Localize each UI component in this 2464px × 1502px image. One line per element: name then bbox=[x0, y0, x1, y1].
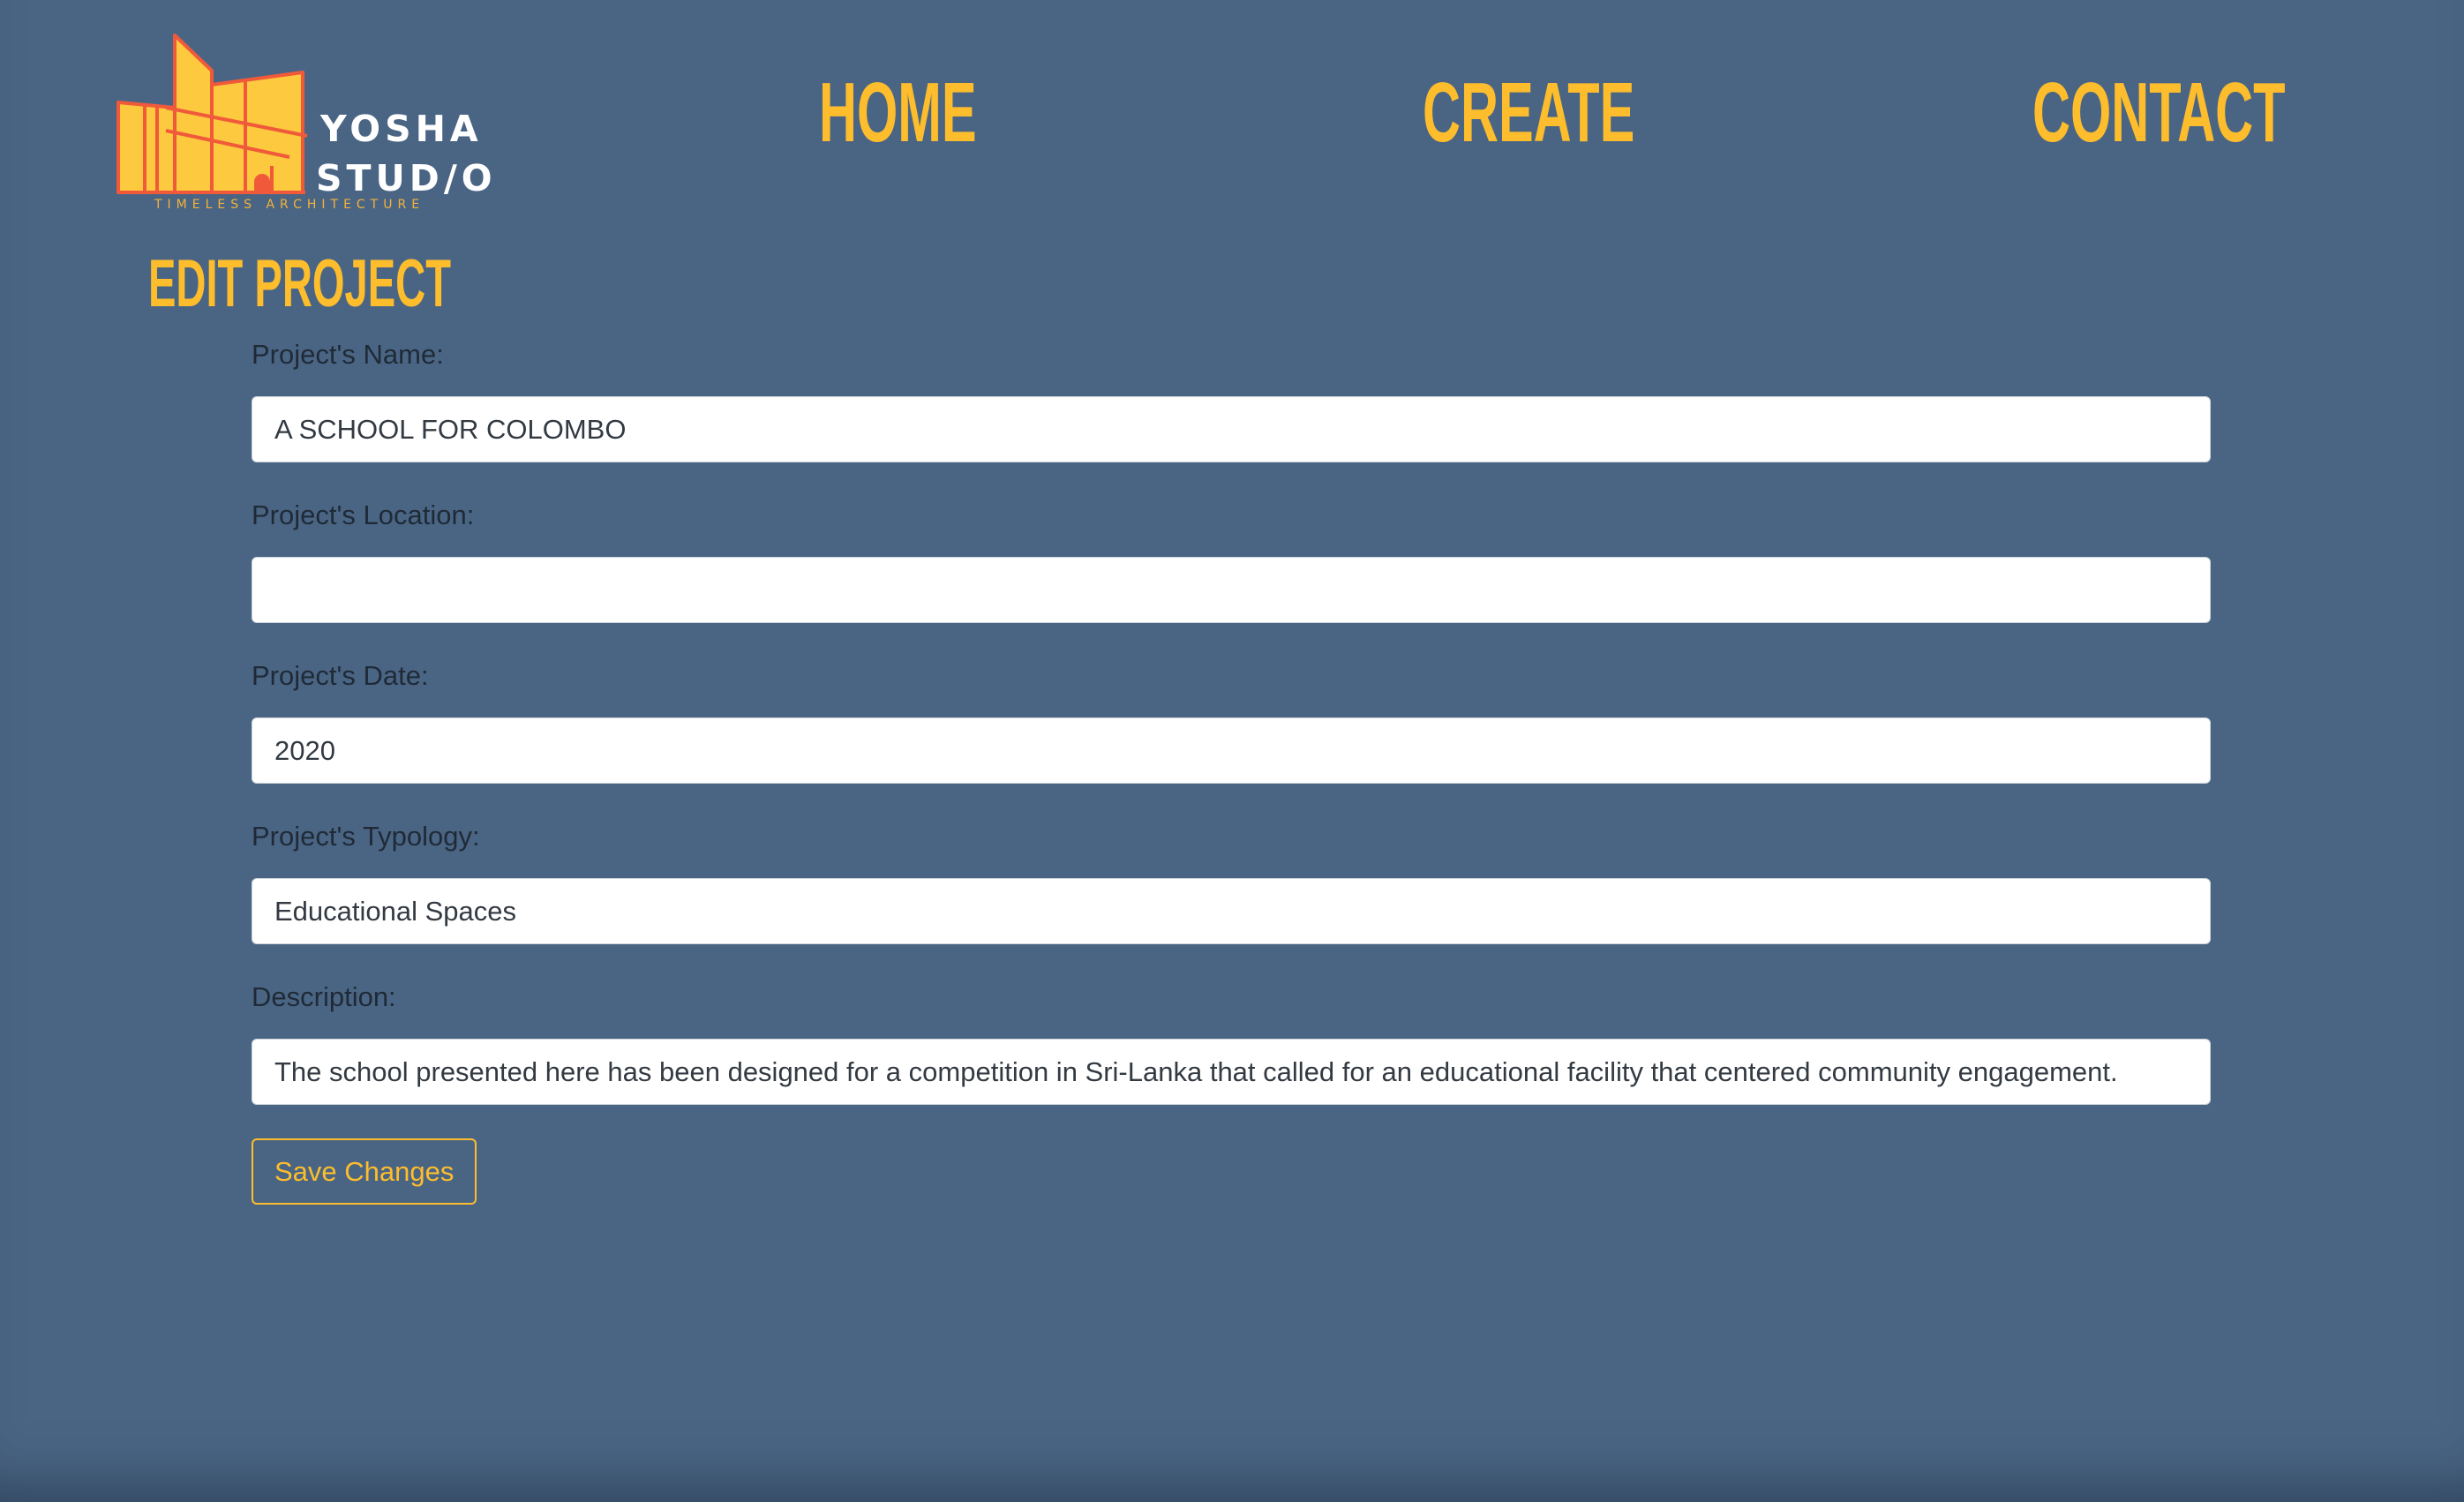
description-input[interactable] bbox=[252, 1039, 2211, 1105]
description-label: Description: bbox=[252, 981, 396, 1012]
nav-home-link[interactable]: HOME bbox=[819, 71, 977, 155]
edit-project-form: Project's Name: Project's Location: Proj… bbox=[252, 335, 2211, 1205]
page-title: EDIT PROJECT bbox=[148, 246, 451, 321]
project-date-label: Project's Date: bbox=[252, 660, 429, 691]
project-date-input[interactable] bbox=[252, 717, 2211, 784]
nav-contact-link[interactable]: CONTACT bbox=[2032, 71, 2286, 155]
brand-name-line2: STUD/O bbox=[316, 157, 497, 199]
project-typology-input[interactable] bbox=[252, 878, 2211, 944]
page: YOSHA STUD/O TIMELESS ARCHITECTURE HOME … bbox=[0, 0, 2464, 1502]
building-logo-icon bbox=[116, 34, 308, 194]
project-name-label: Project's Name: bbox=[252, 339, 444, 370]
project-name-input[interactable] bbox=[252, 396, 2211, 462]
project-location-label: Project's Location: bbox=[252, 499, 475, 530]
brand-logo[interactable]: YOSHA STUD/O TIMELESS ARCHITECTURE bbox=[113, 34, 492, 214]
project-typology-label: Project's Typology: bbox=[252, 821, 480, 852]
brand-name-line1: YOSHA bbox=[320, 108, 483, 150]
save-changes-button[interactable]: Save Changes bbox=[252, 1138, 477, 1205]
nav-create-link[interactable]: CREATE bbox=[1423, 71, 1634, 155]
brand-tagline: TIMELESS ARCHITECTURE bbox=[154, 198, 425, 212]
project-location-input[interactable] bbox=[252, 557, 2211, 623]
